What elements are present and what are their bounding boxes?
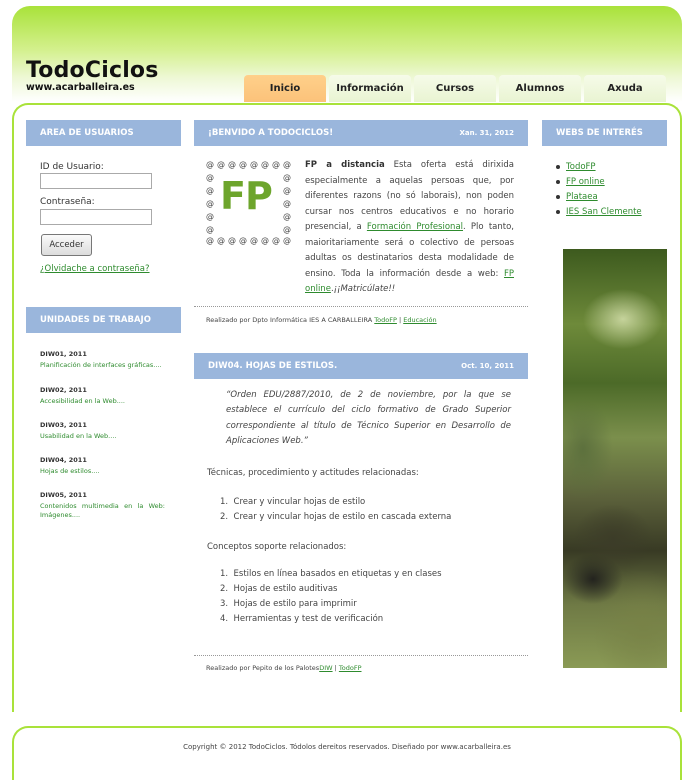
unit-link[interactable]: Hojas de estilos.... bbox=[40, 467, 165, 476]
post2-list2: 1. Estilos en línea basados en etiquetas… bbox=[220, 567, 442, 627]
list-item: 2. Hojas de estilo auditivas bbox=[220, 584, 338, 594]
list-item: DIW03, 2011 Usabilidad en la Web.... bbox=[40, 421, 165, 441]
unit-link[interactable]: Contenidos multimedia en la Web: Imágene… bbox=[40, 502, 165, 520]
post2-date: Oct. 10, 2011 bbox=[461, 362, 514, 370]
tab-alumnos[interactable]: Alumnos bbox=[499, 75, 581, 102]
site-footer: Copyright © 2012 TodoCiclos. Tódolos der… bbox=[12, 726, 682, 780]
unit-link[interactable]: Planificación de interfaces gráficas.... bbox=[40, 361, 165, 370]
login-button[interactable]: Acceder bbox=[41, 234, 92, 256]
list-item: 3. Hojas de estilo para imprimir bbox=[220, 599, 357, 609]
unit-code: DIW03, 2011 bbox=[40, 421, 87, 429]
fp-logo-image: @ @ @ @ @ @ @ @ @ @ @ @ @ @ @ @ @ @ @ @ @ @ @ @ @ @ FP bbox=[206, 160, 291, 245]
password-input[interactable] bbox=[40, 209, 152, 225]
post1-heading: ¡BENVIDO A TODOCICLOS! Xan. 31, 2012 bbox=[194, 120, 528, 146]
bullet-icon bbox=[556, 194, 560, 199]
tab-informacion[interactable]: Información bbox=[329, 75, 411, 102]
post1-title[interactable]: ¡BENVIDO A TODOCICLOS! bbox=[208, 128, 333, 138]
list-item: DIW02, 2011 Accesibilidad en la Web.... bbox=[40, 386, 165, 406]
unit-code: DIW04, 2011 bbox=[40, 456, 87, 464]
fp-logo-text: FP bbox=[220, 174, 273, 218]
units-panel-heading: UNIDADES DE TRABAJO bbox=[26, 307, 181, 333]
tab-inicio[interactable]: Inicio bbox=[244, 75, 326, 102]
post2-author: Realizado por Pepito de los Palotes bbox=[206, 664, 320, 672]
unit-code: DIW05, 2011 bbox=[40, 491, 87, 499]
post1-divider bbox=[194, 306, 528, 307]
post2-meta: Realizado por Pepito de los PalotesDIW |… bbox=[206, 664, 362, 672]
user-id-label: ID de Usuario: bbox=[40, 162, 104, 172]
post1-body-top: FP a distancia Esta oferta está dirixida… bbox=[305, 158, 514, 298]
post1-date: Xan. 31, 2012 bbox=[459, 129, 514, 137]
tab-axuda[interactable]: Axuda bbox=[584, 75, 666, 102]
webs-list: TodoFP FP online Plataea IES San Clement… bbox=[556, 160, 642, 220]
tag-link-todofp[interactable]: TodoFP bbox=[339, 664, 362, 672]
forgot-password-link[interactable]: ¿Olvidache a contraseña? bbox=[40, 264, 150, 274]
post2-section1: Técnicas, procedimiento y actitudes rela… bbox=[207, 468, 419, 478]
site-url: www.acarballeira.es bbox=[26, 82, 135, 93]
password-label: Contraseña: bbox=[40, 197, 95, 207]
users-panel-heading: AREA DE USUARIOS bbox=[26, 120, 181, 146]
post2-heading: DIW04. HOJAS DE ESTILOS. Oct. 10, 2011 bbox=[194, 353, 528, 379]
list-item: 1. Estilos en línea basados en etiquetas… bbox=[220, 569, 442, 579]
list-item: DIW01, 2011 Planificación de interfaces … bbox=[40, 350, 165, 370]
weblink-ies-san-clemente[interactable]: IES San Clemente bbox=[556, 205, 642, 220]
tab-cursos[interactable]: Cursos bbox=[414, 75, 496, 102]
list-item: DIW05, 2011 Contenidos multimedia en la … bbox=[40, 491, 165, 520]
user-id-input[interactable] bbox=[40, 173, 152, 189]
post2-list1: 1. Crear y vincular hojas de estilo 2. C… bbox=[220, 495, 451, 525]
site-title[interactable]: TodoCiclos bbox=[26, 58, 159, 83]
tag-link-todofp[interactable]: TodoFP bbox=[374, 316, 397, 324]
unit-code: DIW01, 2011 bbox=[40, 350, 87, 358]
main-nav: Inicio Información Cursos Alumnos Axuda bbox=[244, 75, 666, 102]
list-item: 1. Crear y vincular hojas de estilo bbox=[220, 497, 366, 507]
unit-code: DIW02, 2011 bbox=[40, 386, 87, 394]
weblink-plataea[interactable]: Plataea bbox=[556, 190, 642, 205]
bullet-icon bbox=[556, 164, 560, 169]
tag-link-educacion[interactable]: Educación bbox=[403, 316, 436, 324]
weblink-todofp[interactable]: TodoFP bbox=[556, 160, 642, 175]
post1-italic: ¡¡Matricúlate!! bbox=[333, 284, 396, 294]
river-photo bbox=[563, 249, 667, 668]
weblink-fp-online[interactable]: FP online bbox=[556, 175, 642, 190]
list-item: 4. Herramientas y test de verificación bbox=[220, 614, 384, 624]
list-item: 2. Crear y vincular hojas de estilo en c… bbox=[220, 512, 452, 522]
footer-copyright: Copyright © 2012 TodoCiclos. Tódolos der… bbox=[183, 743, 511, 751]
unit-link[interactable]: Usabilidad en la Web.... bbox=[40, 432, 165, 441]
post2-divider bbox=[194, 655, 528, 656]
site-header: TodoCiclos www.acarballeira.es Inicio In… bbox=[12, 6, 682, 102]
unit-link[interactable]: Accesibilidad en la Web.... bbox=[40, 397, 165, 406]
bullet-icon bbox=[556, 179, 560, 184]
post2-quote: “Orden EDU/2887/2010, de 2 de noviembre,… bbox=[226, 390, 511, 446]
post1-intro: FP a distancia bbox=[305, 160, 385, 170]
post1-author: Realizado por Dpto Informática IES A CAR… bbox=[206, 316, 375, 324]
post1-meta: Realizado por Dpto Informática IES A CAR… bbox=[206, 316, 437, 324]
formacion-profesional-link[interactable]: Formación Profesional bbox=[367, 222, 463, 232]
post2-section2: Conceptos soporte relacionados: bbox=[207, 542, 347, 552]
bullet-icon bbox=[556, 209, 560, 214]
tag-link-diw[interactable]: DIW bbox=[319, 664, 332, 672]
post2-title[interactable]: DIW04. HOJAS DE ESTILOS. bbox=[208, 361, 337, 371]
webs-panel-heading: WEBS DE INTERÉS bbox=[542, 120, 667, 146]
list-item: DIW04, 2011 Hojas de estilos.... bbox=[40, 456, 165, 476]
